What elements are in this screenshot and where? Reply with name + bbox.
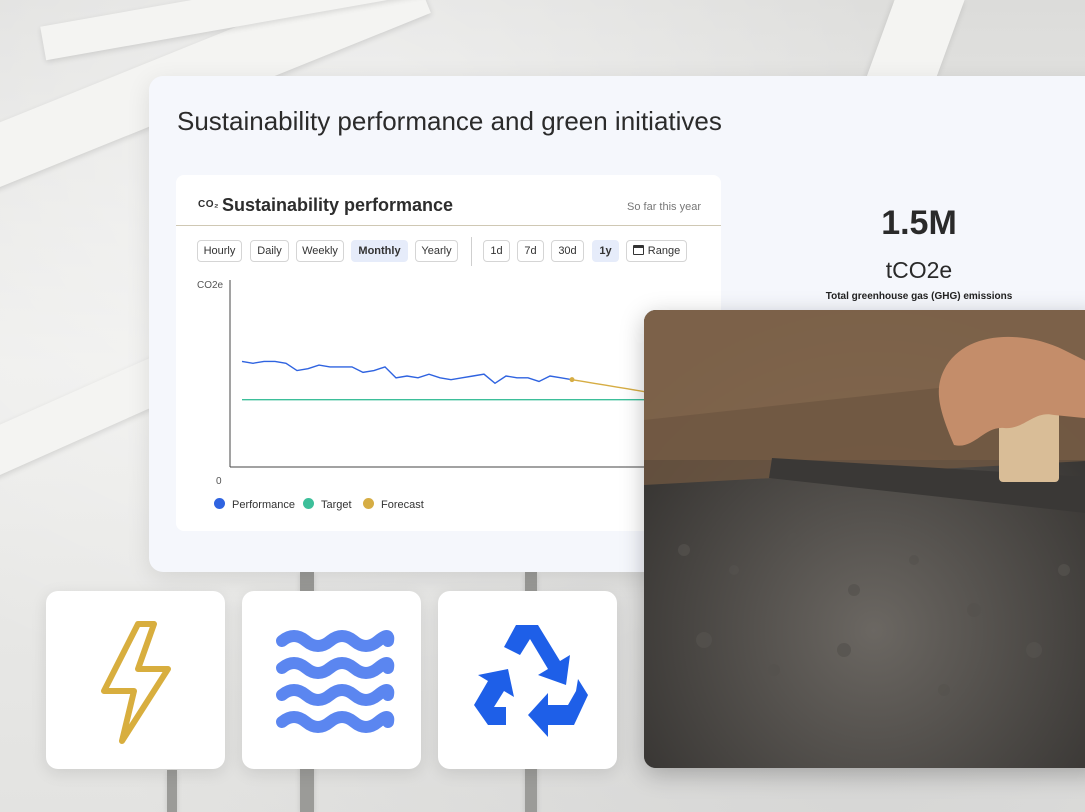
roof-post <box>167 770 177 812</box>
page-title: Sustainability performance and green ini… <box>177 106 722 136</box>
co2-icon: CO₂ <box>198 199 219 210</box>
legend-item-performance: Performance <box>214 498 295 511</box>
legend-label-forecast: Forecast <box>381 499 424 511</box>
calendar-icon <box>632 245 644 255</box>
legend-label-performance: Performance <box>232 499 295 511</box>
legend-dot-target <box>303 498 314 509</box>
kpi-unit: tCO2e <box>885 257 953 283</box>
range-1y-button[interactable]: 1y <box>592 240 619 262</box>
range-7d-button[interactable]: 7d <box>517 240 544 262</box>
forecast-start-point <box>569 377 575 383</box>
series-line-performance <box>241 360 573 385</box>
roof-beam <box>865 0 965 80</box>
water-waves-icon <box>276 630 395 733</box>
photo-illustration <box>644 310 1085 768</box>
legend-dot-forecast <box>363 498 374 509</box>
recycle-tile[interactable] <box>438 591 617 769</box>
granularity-daily-button[interactable]: Daily <box>250 240 289 262</box>
range-picker-label: Range <box>647 245 681 257</box>
granularity-monthly-button[interactable]: Monthly <box>351 240 408 262</box>
legend-label-target: Target <box>321 499 352 511</box>
range-30d-button[interactable]: 30d <box>551 240 584 262</box>
range-picker-button[interactable]: Range <box>626 240 687 262</box>
legend-item-target: Target <box>303 498 352 511</box>
emissions-line-chart <box>229 280 721 468</box>
granularity-weekly-button[interactable]: Weekly <box>296 240 344 262</box>
granularity-hourly-button[interactable]: Hourly <box>197 240 242 262</box>
concrete-troweling-photo <box>644 310 1085 768</box>
sustainability-chart-panel: CO₂ Sustainability performance So far th… <box>176 175 721 531</box>
toolbar-divider <box>471 237 472 266</box>
kpi-value: 1.5M <box>881 204 957 242</box>
chart-title: Sustainability performance <box>222 195 454 215</box>
chart-period-label: So far this year <box>627 201 701 213</box>
legend-dot-performance <box>214 498 225 509</box>
legend-item-forecast: Forecast <box>363 498 424 511</box>
granularity-yearly-button[interactable]: Yearly <box>415 240 458 262</box>
recycle-icon <box>474 625 588 737</box>
chart-header: CO₂ Sustainability performance So far th… <box>176 175 721 226</box>
series-line-forecast <box>571 378 650 394</box>
lightning-bolt-icon <box>101 621 171 744</box>
energy-tile[interactable] <box>46 591 225 769</box>
range-1d-button[interactable]: 1d <box>483 240 510 262</box>
water-tile[interactable] <box>242 591 421 769</box>
kpi-caption: Total greenhouse gas (GHG) emissions <box>825 291 1013 302</box>
